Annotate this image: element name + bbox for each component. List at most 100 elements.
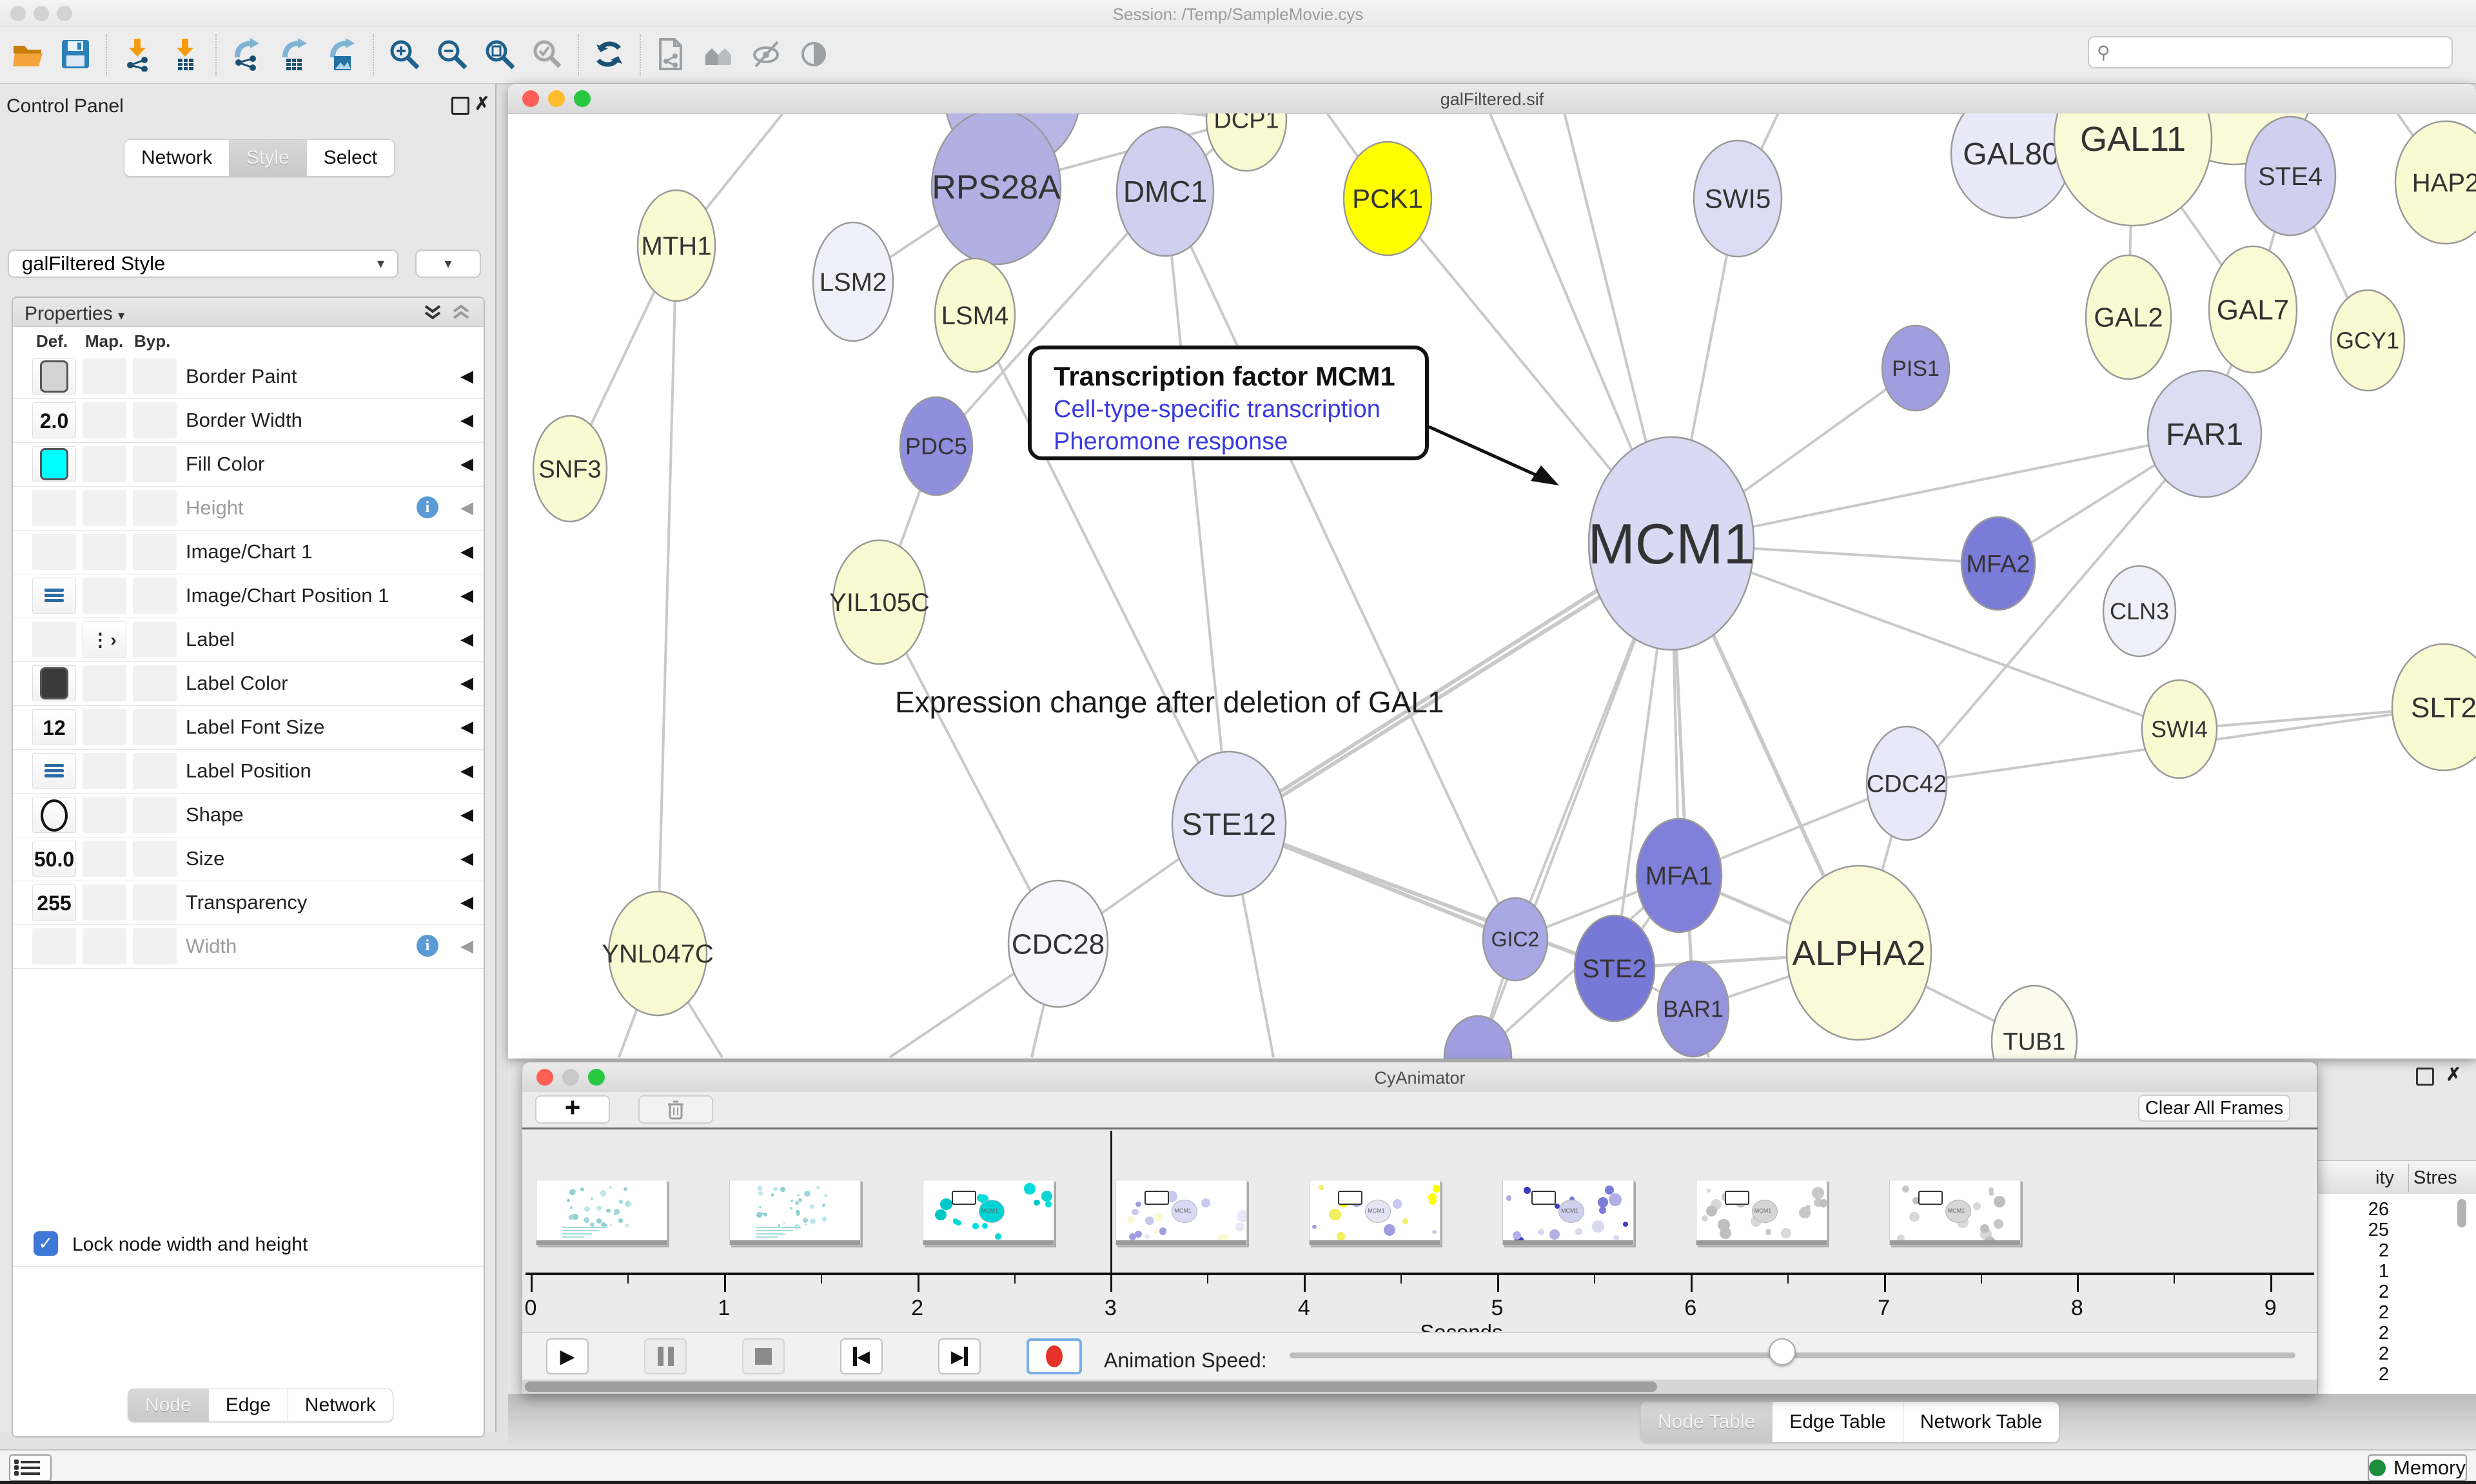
expand-row-icon[interactable]: ◀ (460, 410, 473, 430)
info-icon[interactable]: i (417, 935, 438, 957)
style-selector[interactable]: galFiltered Style ▾ (8, 249, 398, 278)
network-file-button[interactable] (651, 32, 692, 78)
timeline-frame-3[interactable]: MCM1 (1115, 1180, 1247, 1245)
network-node-mcm1[interactable]: MCM1 (1587, 437, 1754, 650)
property-cell[interactable] (32, 621, 76, 658)
save-session-button[interactable] (55, 32, 96, 78)
delete-frame-button[interactable] (638, 1095, 713, 1124)
property-cell[interactable] (133, 446, 177, 482)
network-edge[interactable] (1165, 191, 1229, 824)
property-cell[interactable] (32, 578, 76, 614)
property-cell[interactable] (133, 709, 177, 745)
network-node-pck1[interactable]: PCK1 (1344, 142, 1431, 255)
network-edge[interactable] (658, 246, 676, 953)
network-node-cdc42[interactable]: CDC42 (1867, 727, 1947, 840)
export-network-button[interactable] (226, 32, 268, 78)
property-row-transparency[interactable]: 255Transparency◀ (13, 881, 484, 925)
property-cell[interactable] (133, 841, 177, 877)
table-row[interactable]: 2 (2318, 1343, 2389, 1365)
network-node-mfa1[interactable]: MFA1 (1636, 819, 1722, 932)
network-node-partial[interactable] (1444, 1016, 1511, 1059)
property-cell[interactable] (83, 358, 126, 395)
network-node-swi4[interactable]: SWI4 (2142, 680, 2217, 778)
network-node-alpha2[interactable]: ALPHA2 (1787, 866, 1931, 1040)
previous-frame-button[interactable]: ◀ (840, 1338, 883, 1374)
timeline-scrollbar-thumb[interactable] (525, 1381, 1657, 1392)
timeline-frame-6[interactable]: MCM1 (1696, 1180, 1827, 1245)
property-row-image-chart-position-1[interactable]: Image/Chart Position 1◀ (13, 574, 484, 618)
expand-row-icon[interactable]: ◀ (460, 848, 473, 868)
refresh-view-button[interactable] (589, 32, 630, 78)
network-node-ste12[interactable]: STE12 (1172, 752, 1286, 896)
expand-row-icon[interactable]: ◀ (460, 366, 473, 386)
expand-row-icon[interactable]: ◀ (460, 454, 473, 474)
expand-row-icon[interactable]: ◀ (460, 936, 473, 956)
network-node-cln3[interactable]: CLN3 (2103, 566, 2176, 656)
network-node-gal11[interactable]: GAL11 (2054, 113, 2212, 226)
timeline-frame-1[interactable] (729, 1180, 861, 1245)
search-input[interactable] (2110, 42, 2422, 63)
network-node-gcy1[interactable]: GCY1 (2331, 290, 2404, 391)
network-node-mth1[interactable]: MTH1 (638, 190, 715, 301)
timeline-frame-4[interactable]: MCM1 (1309, 1180, 1440, 1245)
table-row[interactable]: 2 (2318, 1282, 2389, 1303)
clear-all-frames-button[interactable]: Clear All Frames (2138, 1095, 2290, 1122)
network-node-cdc28[interactable]: CDC28 (1008, 881, 1108, 1007)
info-icon[interactable]: i (417, 496, 438, 518)
property-cell[interactable]: ⋮› (83, 621, 126, 658)
tab-edge-table[interactable]: Edge Table (1773, 1402, 1903, 1442)
property-row-label-position[interactable]: Label Position◀ (13, 749, 484, 794)
property-cell[interactable] (133, 358, 177, 395)
property-cell[interactable] (32, 797, 76, 833)
show-panels-button[interactable] (9, 1454, 52, 1481)
expand-row-icon[interactable]: ◀ (460, 805, 473, 825)
style-options-button[interactable]: ▾ (415, 249, 481, 278)
network-node-gal7[interactable]: GAL7 (2209, 246, 2297, 373)
property-cell[interactable]: 255 (32, 884, 76, 921)
stop-button[interactable] (742, 1338, 785, 1374)
export-table-button[interactable] (274, 32, 315, 78)
network-node-hap2[interactable]: HAP2 (2395, 121, 2476, 244)
lock-size-checkbox[interactable]: ✓ (34, 1231, 58, 1256)
add-frame-button[interactable]: + (535, 1095, 610, 1124)
expand-row-icon[interactable]: ◀ (460, 761, 473, 781)
timeline-frame-2[interactable]: MCM1 (923, 1180, 1054, 1245)
record-button[interactable] (1027, 1338, 1082, 1374)
expand-all-icon[interactable] (423, 304, 442, 321)
network-node-yil105c[interactable]: YIL105C (829, 540, 930, 664)
property-cell[interactable] (32, 665, 76, 701)
network-node-ynl047c[interactable]: YNL047C (602, 892, 713, 1015)
property-row-image-chart-1[interactable]: Image/Chart 1◀ (13, 530, 484, 574)
expand-row-icon[interactable]: ◀ (460, 629, 473, 649)
table-row[interactable]: 26 (2318, 1199, 2389, 1220)
tab-style[interactable]: Style (230, 140, 307, 176)
property-row-label-color[interactable]: Label Color◀ (13, 661, 484, 706)
play-button[interactable]: ▶ (546, 1338, 589, 1374)
network-node-snf3[interactable]: SNF3 (533, 416, 607, 522)
property-row-size[interactable]: 50.0Size◀ (13, 837, 484, 881)
network-node-far1[interactable]: FAR1 (2148, 371, 2261, 497)
property-row-fill-color[interactable]: Fill Color◀ (13, 442, 484, 487)
expand-row-icon[interactable]: ◀ (460, 542, 473, 561)
network-node-tub1[interactable]: TUB1 (1992, 986, 2077, 1059)
hide-graphics-button[interactable] (746, 32, 787, 78)
timeline-frame-5[interactable]: MCM1 (1502, 1180, 1634, 1245)
tab-node[interactable]: Node (128, 1389, 209, 1421)
expand-row-icon[interactable]: ◀ (460, 717, 473, 737)
property-cell[interactable] (83, 753, 126, 789)
timeline-scrollbar[interactable] (522, 1380, 2317, 1394)
animation-speed-knob[interactable] (1769, 1338, 1796, 1365)
tab-network[interactable]: Network (124, 140, 230, 176)
export-image-button[interactable] (322, 32, 363, 78)
timeline-playhead[interactable] (1110, 1131, 1112, 1273)
property-cell[interactable] (32, 753, 76, 789)
table-scrollbar[interactable] (2457, 1199, 2466, 1227)
network-node-swi5[interactable]: SWI5 (1694, 141, 1782, 257)
property-row-shape[interactable]: Shape◀ (13, 793, 484, 837)
property-row-border-paint[interactable]: Border Paint◀ (13, 355, 484, 399)
property-cell[interactable] (133, 534, 177, 570)
property-cell[interactable]: 12 (32, 709, 76, 745)
network-node-pdc5[interactable]: PDC5 (900, 397, 972, 495)
home-network-button[interactable] (698, 32, 740, 78)
annotation-link-2[interactable]: Pheromone response (1054, 428, 1288, 456)
